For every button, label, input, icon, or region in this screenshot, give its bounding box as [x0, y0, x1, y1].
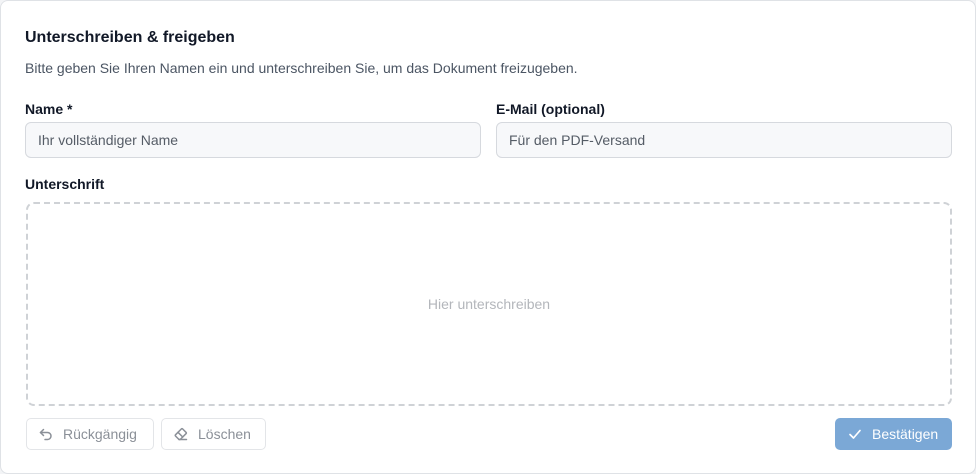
undo-label: Rückgängig: [63, 426, 137, 442]
dialog-title: Unterschreiben & freigeben: [25, 29, 235, 46]
signature-pad[interactable]: Hier unterschreiben: [26, 202, 952, 406]
name-input[interactable]: [25, 122, 481, 158]
undo-icon: [38, 426, 54, 442]
confirm-button[interactable]: Bestätigen: [835, 418, 952, 450]
sign-dialog: Unterschreiben & freigeben Bitte geben S…: [0, 0, 976, 474]
dialog-subtitle: Bitte geben Sie Ihren Namen ein und unte…: [25, 60, 578, 76]
clear-label: Löschen: [198, 426, 251, 442]
clear-button[interactable]: Löschen: [161, 418, 266, 450]
check-icon: [847, 426, 863, 442]
email-input[interactable]: [496, 122, 952, 158]
confirm-label: Bestätigen: [872, 426, 939, 442]
eraser-icon: [173, 426, 189, 442]
name-label: Name *: [25, 101, 73, 117]
undo-button[interactable]: Rückgängig: [26, 418, 154, 450]
signature-placeholder: Hier unterschreiben: [427, 296, 551, 312]
signature-label: Unterschrift: [25, 176, 105, 192]
email-label: E-Mail (optional): [496, 101, 605, 117]
